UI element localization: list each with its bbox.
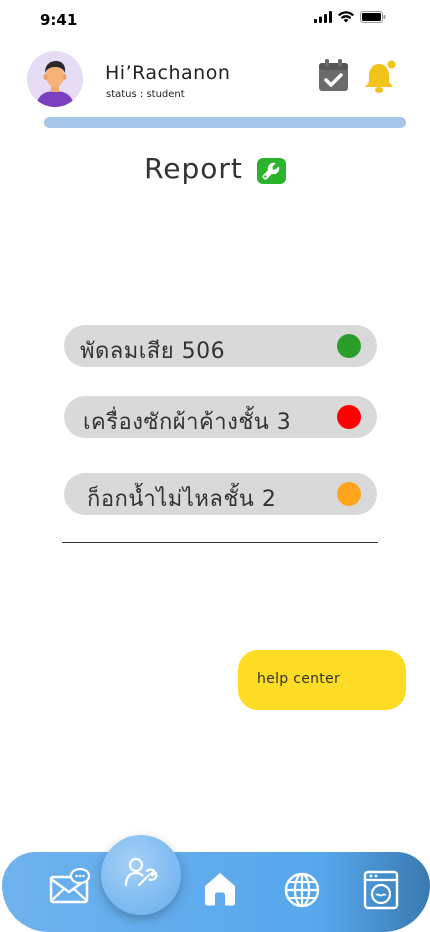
nav-laundry[interactable] — [363, 870, 399, 914]
nav-web[interactable] — [283, 871, 321, 913]
mail-chat-icon — [49, 867, 91, 904]
status-bar: 9:41 — [0, 0, 430, 40]
signal-icon — [314, 11, 332, 23]
calendar-check-icon — [319, 59, 348, 91]
report-label: ก็อกน้ำไม่ไหลชั้น 2 — [87, 487, 277, 512]
avatar[interactable] — [27, 51, 83, 107]
bottom-nav — [2, 852, 430, 932]
page-title: Report — [144, 152, 243, 185]
notification-button[interactable] — [362, 59, 398, 95]
user-status: status : student — [106, 89, 185, 100]
repair-person-icon — [124, 857, 158, 887]
status-dot-red — [337, 405, 361, 429]
repair-request-button[interactable] — [101, 835, 181, 915]
report-item-washer[interactable]: เครื่องซักผ้าค้างชั้น 3 — [64, 396, 377, 438]
washing-machine-icon — [363, 870, 399, 910]
nav-messages[interactable] — [49, 867, 91, 908]
user-avatar-icon — [27, 51, 83, 107]
report-item-fan[interactable]: พัดลมเสีย 506 — [64, 325, 377, 367]
greeting-text: Hi’Rachanon — [105, 62, 231, 84]
report-item-faucet[interactable]: ก็อกน้ำไม่ไหลชั้น 2 — [64, 473, 377, 515]
wrench-icon — [262, 162, 280, 180]
calendar-button[interactable] — [318, 59, 349, 92]
globe-icon — [284, 872, 320, 908]
help-center-label: help center — [257, 671, 341, 687]
nav-home[interactable] — [203, 871, 237, 911]
progress-fill — [44, 117, 406, 128]
status-dot-orange — [337, 482, 361, 506]
battery-icon — [360, 11, 386, 23]
wrench-badge — [256, 157, 286, 184]
wifi-icon — [338, 11, 354, 23]
report-label: พัดลมเสีย 506 — [80, 339, 226, 364]
help-center-button[interactable]: help center — [238, 650, 406, 710]
bell-icon — [365, 59, 397, 93]
divider — [62, 542, 378, 543]
home-icon — [205, 873, 235, 906]
title-row: Report — [0, 152, 430, 185]
progress-bar — [44, 117, 406, 128]
status-dot-green — [337, 334, 361, 358]
status-icons — [314, 11, 386, 23]
status-time: 9:41 — [40, 11, 78, 29]
report-label: เครื่องซักผ้าค้างชั้น 3 — [83, 410, 292, 435]
